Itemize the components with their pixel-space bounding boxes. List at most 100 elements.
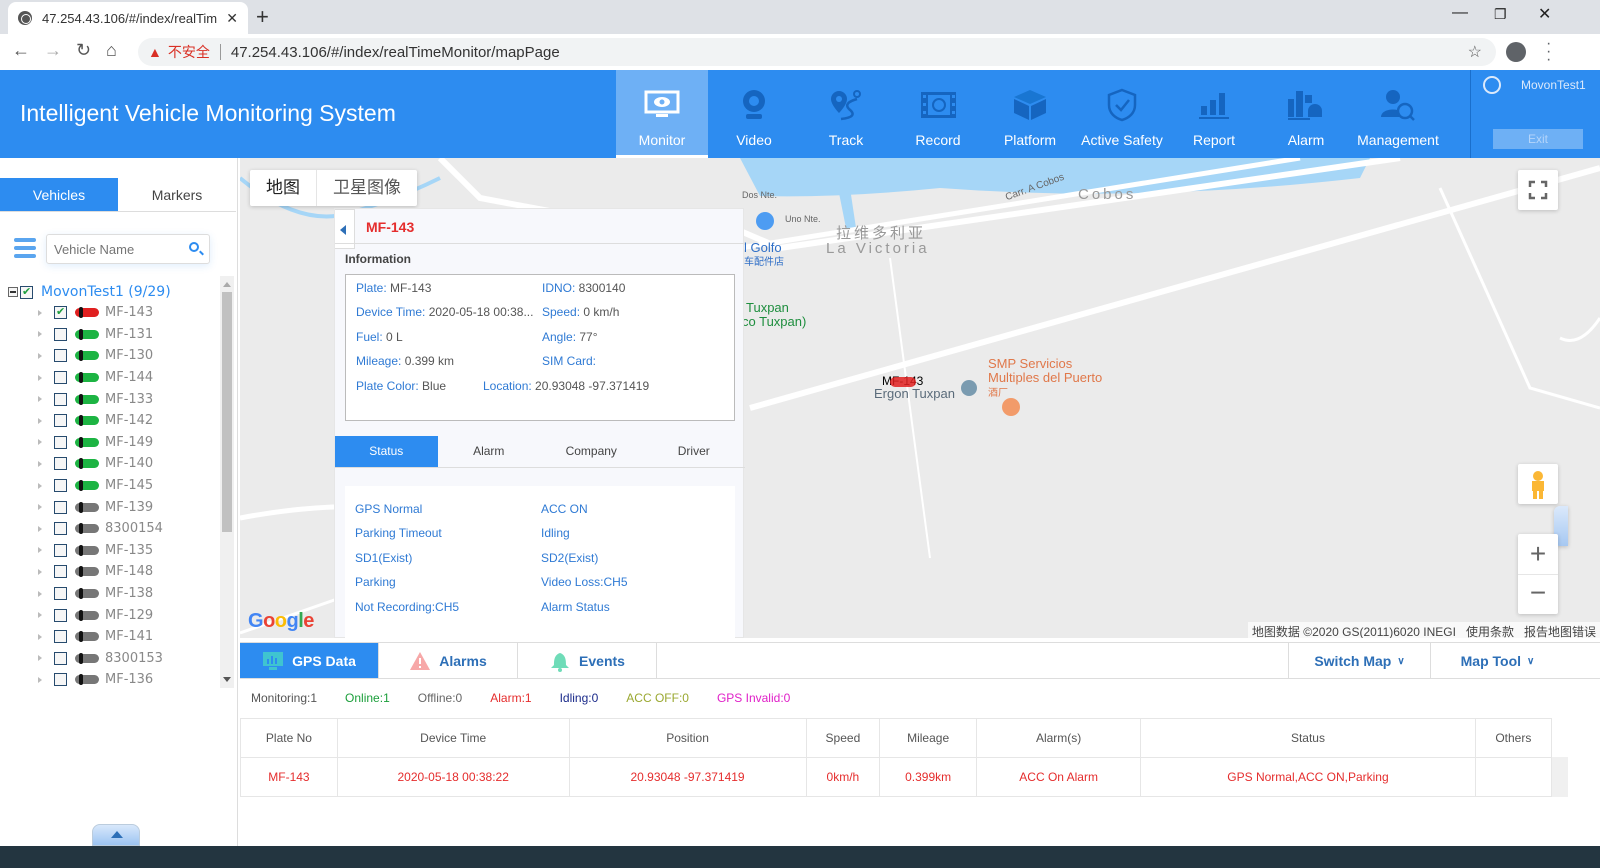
nav-record[interactable]: Record	[892, 70, 984, 158]
vehicle-checkbox[interactable]	[54, 392, 67, 406]
vehicle-tree-item[interactable]: MF-136	[8, 669, 222, 691]
switch-map-dropdown[interactable]: Switch Map ∨	[1288, 643, 1430, 679]
vehicle-checkbox[interactable]	[54, 305, 67, 320]
vehicle-tree-item[interactable]: MF-143	[8, 302, 222, 324]
tab-status[interactable]: Status	[335, 436, 438, 467]
column-header[interactable]: Plate No	[240, 718, 338, 758]
column-header[interactable]: Device Time	[336, 718, 570, 758]
vehicle-checkbox[interactable]	[54, 327, 67, 341]
list-view-icon[interactable]	[14, 238, 36, 258]
expand-arrow-icon[interactable]	[38, 309, 42, 316]
expand-arrow-icon[interactable]	[38, 374, 42, 381]
vehicle-checkbox[interactable]	[54, 608, 67, 622]
minimize-icon[interactable]: —	[1452, 4, 1468, 22]
fullscreen-button[interactable]	[1518, 170, 1558, 210]
map-type-map[interactable]: 地图	[250, 170, 316, 206]
expand-arrow-icon[interactable]	[38, 547, 42, 554]
bookmark-star-icon[interactable]: ☆	[1468, 42, 1482, 62]
tree-group[interactable]: MovonTest1 (9/29)	[8, 282, 222, 302]
search-icon[interactable]	[189, 242, 199, 252]
tab-driver[interactable]: Driver	[643, 436, 746, 467]
nav-monitor[interactable]: Monitor	[616, 70, 708, 158]
terms-link[interactable]: 使用条款	[1466, 623, 1514, 638]
winery-pin-icon[interactable]	[1002, 398, 1020, 416]
expand-arrow-icon[interactable]	[38, 482, 42, 489]
vehicle-checkbox[interactable]	[54, 371, 67, 385]
vehicle-checkbox[interactable]	[54, 651, 67, 665]
vehicle-list-scrollbar[interactable]	[220, 276, 234, 688]
restore-icon[interactable]: ❐	[1494, 6, 1507, 23]
nav-video[interactable]: Video	[708, 70, 800, 158]
expand-arrow-icon[interactable]	[38, 525, 42, 532]
shopping-pin-icon[interactable]	[756, 212, 774, 230]
tab-gps-data[interactable]: GPS Data	[240, 643, 379, 678]
column-header[interactable]: Others	[1474, 718, 1553, 758]
vehicle-checkbox[interactable]	[54, 349, 67, 363]
vehicle-tree-item[interactable]: MF-135	[8, 540, 222, 562]
vehicle-tree-item[interactable]: MF-129	[8, 604, 222, 626]
expand-arrow-icon[interactable]	[38, 655, 42, 662]
vehicle-checkbox[interactable]	[54, 479, 67, 493]
expand-arrow-icon[interactable]	[38, 331, 42, 338]
nav-report[interactable]: Report	[1168, 70, 1260, 158]
tab-vehicles[interactable]: Vehicles	[0, 178, 118, 211]
scroll-up-icon[interactable]	[223, 282, 231, 287]
vehicle-tree-item[interactable]: MF-138	[8, 583, 222, 605]
expand-arrow-icon[interactable]	[38, 504, 42, 511]
scroll-down-icon[interactable]	[223, 677, 231, 682]
expand-arrow-icon[interactable]	[38, 590, 42, 597]
map-type-satellite[interactable]: 卫星图像	[316, 170, 417, 206]
expand-arrow-icon[interactable]	[38, 352, 42, 359]
column-header[interactable]: Status	[1140, 718, 1476, 758]
expand-arrow-icon[interactable]	[38, 633, 42, 640]
home-icon[interactable]: ⌂	[106, 40, 117, 61]
vehicle-tree-item[interactable]: MF-148	[8, 561, 222, 583]
vehicle-tree-item[interactable]: MF-149	[8, 432, 222, 454]
vehicle-checkbox[interactable]	[54, 587, 67, 601]
vehicle-tree-item[interactable]: MF-141	[8, 626, 222, 648]
nav-track[interactable]: Track	[800, 70, 892, 158]
column-header[interactable]: Speed	[805, 718, 881, 758]
expand-arrow-icon[interactable]	[38, 460, 42, 467]
table-row[interactable]: MF-143 2020-05-18 00:38:22 20.93048 -97.37…	[240, 757, 1553, 797]
vehicle-tree-item[interactable]: MF-140	[8, 453, 222, 475]
column-header[interactable]: Mileage	[879, 718, 978, 758]
expand-bottom-panel-button[interactable]	[92, 824, 140, 846]
expand-arrow-icon[interactable]	[38, 439, 42, 446]
menu-kebab-icon[interactable]: · · ·	[1546, 36, 1551, 68]
vehicle-checkbox[interactable]	[54, 522, 67, 536]
vehicle-search-input[interactable]	[47, 235, 177, 263]
tab-alarm[interactable]: Alarm	[438, 436, 541, 467]
column-header[interactable]: Position	[568, 718, 807, 758]
url-field[interactable]: ▲ 不安全 47.254.43.106/#/index/realTimeMoni…	[138, 38, 1496, 66]
zoom-out-button[interactable]: −	[1518, 574, 1558, 614]
table-scrollbar[interactable]	[1552, 757, 1568, 797]
vehicle-tree-item[interactable]: MF-133	[8, 388, 222, 410]
vehicle-checkbox[interactable]	[54, 457, 67, 471]
new-tab-button[interactable]: +	[256, 4, 269, 30]
expand-arrow-icon[interactable]	[38, 676, 42, 683]
vehicle-tree-item[interactable]: 8300154	[8, 518, 222, 540]
column-header[interactable]: Alarm(s)	[976, 718, 1142, 758]
profile-icon[interactable]	[1506, 42, 1526, 62]
close-tab-icon[interactable]: ✕	[226, 10, 238, 27]
vehicle-tree-item[interactable]: MF-130	[8, 345, 222, 367]
nav-alarm[interactable]: Alarm	[1260, 70, 1352, 158]
vehicle-tree-item[interactable]: 8300153	[8, 648, 222, 670]
vehicle-checkbox[interactable]	[54, 500, 67, 514]
reload-icon[interactable]: ↻	[76, 40, 91, 61]
browser-tab[interactable]: 47.254.43.106/#/index/realTim ✕	[8, 2, 248, 34]
vehicle-marker-icon[interactable]	[890, 377, 916, 387]
vehicle-checkbox[interactable]	[54, 543, 67, 557]
vehicle-tree-item[interactable]: MF-145	[8, 475, 222, 497]
back-icon[interactable]: ←	[12, 40, 30, 61]
expand-arrow-icon[interactable]	[38, 417, 42, 424]
tab-events[interactable]: Events	[518, 643, 657, 678]
street-view-button[interactable]	[1518, 464, 1558, 504]
close-window-icon[interactable]: ✕	[1538, 4, 1551, 24]
scroll-thumb[interactable]	[222, 292, 232, 532]
map-tool-dropdown[interactable]: Map Tool ∨	[1430, 643, 1564, 679]
group-checkbox[interactable]	[20, 285, 33, 299]
expand-arrow-icon[interactable]	[38, 612, 42, 619]
tab-company[interactable]: Company	[540, 436, 643, 467]
